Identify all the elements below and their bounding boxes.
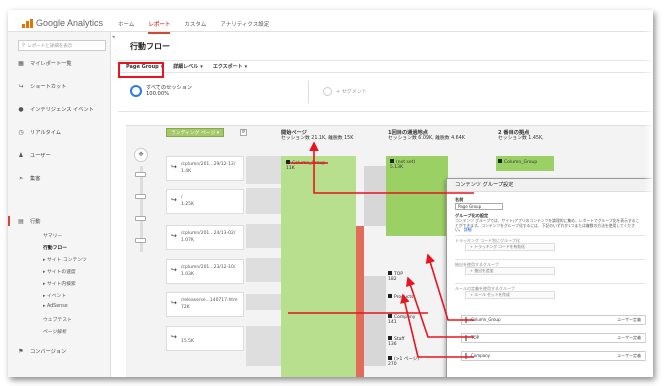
arrow-name-to-column [309,141,474,194]
arrow-column-group [425,253,474,321]
arrow-top [406,276,474,338]
arrow-company [400,293,474,358]
annotation-arrows [288,141,474,358]
screenshot-frame: Google Analytics ホーム レポート カスタム アナリティクス設定… [8,10,653,377]
